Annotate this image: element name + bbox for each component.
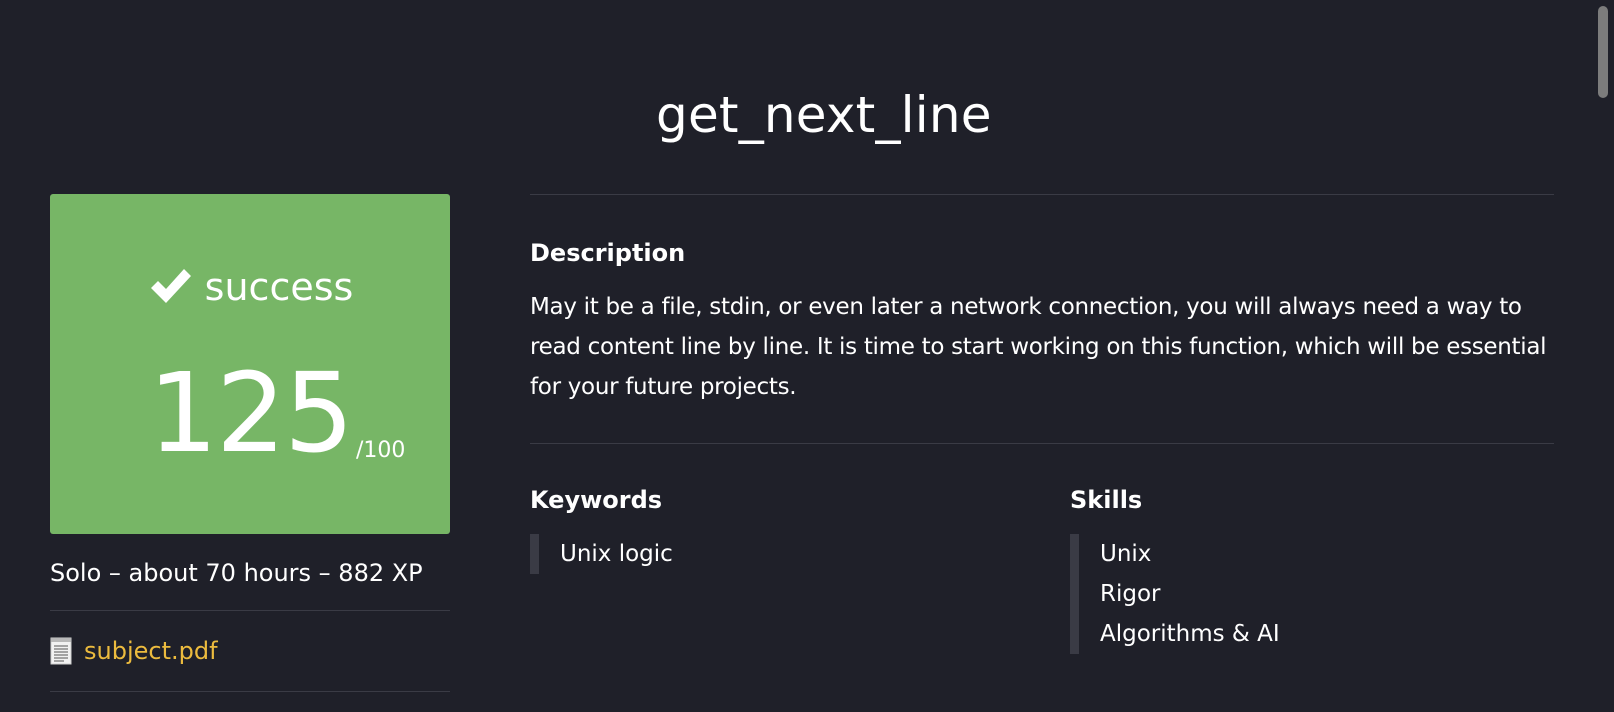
- subject-pdf-link[interactable]: subject.pdf: [84, 634, 218, 668]
- score-max: /100: [355, 438, 406, 463]
- description-text: May it be a file, stdin, or even later a…: [530, 294, 1547, 400]
- project-title: get_next_line: [656, 86, 992, 144]
- keyword-item: Unix logic: [560, 541, 673, 567]
- document-icon: [50, 637, 72, 665]
- keywords-section: Keywords Unix logic: [530, 484, 1070, 654]
- skills-title: Skills: [1070, 486, 1143, 514]
- check-icon: [147, 263, 195, 311]
- skills-list: Unix Rigor Algorithms & AI: [1070, 534, 1550, 654]
- keywords-list: Unix logic: [530, 534, 1070, 574]
- score-value: 125: [148, 349, 354, 477]
- project-summary: success 125/100 Solo – about 70 hours – …: [50, 194, 450, 692]
- project-meta: Solo – about 70 hours – 882 XP: [50, 559, 423, 587]
- description-title: Description: [530, 239, 686, 267]
- skill-item: Algorithms & AI: [1100, 621, 1280, 647]
- page-scrollbar[interactable]: [1598, 6, 1608, 98]
- divider: [50, 691, 450, 692]
- project-details: Description May it be a file, stdin, or …: [530, 194, 1554, 654]
- divider: [50, 610, 450, 611]
- skill-item: Unix: [1100, 541, 1152, 567]
- attachment-item[interactable]: subject.pdf: [50, 633, 450, 669]
- status-card: success 125/100: [50, 194, 450, 534]
- skills-section: Skills Unix Rigor Algorithms & AI: [1070, 484, 1550, 654]
- status-label: success: [204, 265, 354, 309]
- keywords-title: Keywords: [530, 486, 663, 514]
- status-line: success: [50, 262, 450, 312]
- score-line: 125/100: [148, 358, 405, 468]
- divider: [530, 443, 1554, 444]
- divider: [530, 194, 1554, 195]
- tags-row: Keywords Unix logic Skills Unix Rigor Al…: [530, 484, 1554, 654]
- skill-item: Rigor: [1100, 581, 1161, 607]
